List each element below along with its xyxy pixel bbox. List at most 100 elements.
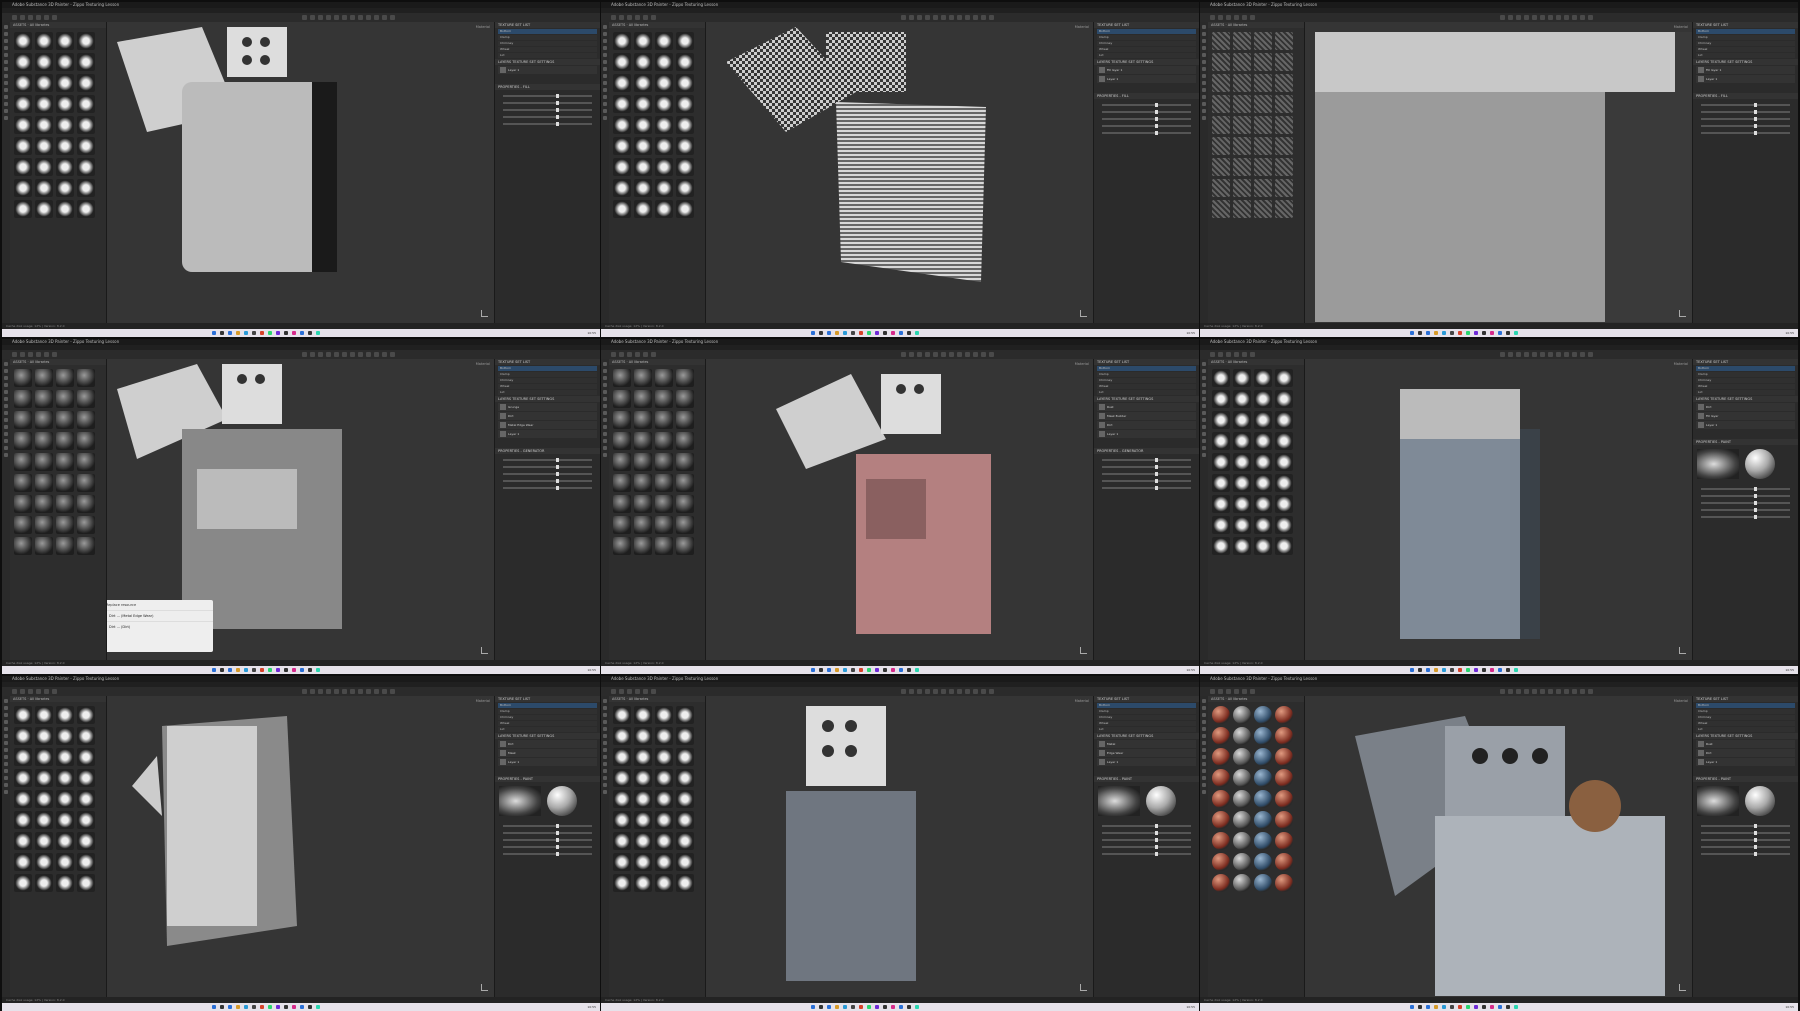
layer-row[interactable]: Fill layer 1 <box>1097 66 1196 74</box>
taskbar-app-icon[interactable] <box>867 668 871 672</box>
asset-thumbnail[interactable] <box>14 769 32 787</box>
toolbar-tool-icon[interactable] <box>1226 689 1231 694</box>
brush-tool-icon[interactable] <box>603 25 607 29</box>
property-slider[interactable] <box>503 94 592 98</box>
asset-thumbnail[interactable] <box>35 516 53 534</box>
property-slider[interactable] <box>1102 131 1191 135</box>
property-slider[interactable] <box>1102 852 1191 856</box>
texture-set-row[interactable]: Bottom <box>498 366 597 371</box>
asset-thumbnail[interactable] <box>1233 537 1251 555</box>
viewport-mode-label[interactable]: Material <box>1075 25 1089 29</box>
3d-viewport[interactable]: Material <box>107 22 494 323</box>
asset-thumbnail[interactable] <box>14 537 32 555</box>
taskbar-app-icon[interactable] <box>276 1005 280 1009</box>
toolbar-tool-icon[interactable] <box>901 689 906 694</box>
toolbar-tool-icon[interactable] <box>1218 352 1223 357</box>
property-slider[interactable] <box>1701 831 1790 835</box>
asset-thumbnail[interactable] <box>655 369 673 387</box>
asset-thumbnail[interactable] <box>613 390 631 408</box>
toolbar-tool-icon[interactable] <box>1532 15 1537 20</box>
texture-set-row[interactable]: Lid <box>1097 727 1196 732</box>
asset-thumbnail[interactable] <box>634 411 652 429</box>
toolbar-tool-icon[interactable] <box>334 689 339 694</box>
asset-thumbnail[interactable] <box>77 179 95 197</box>
toolbar-tool-icon[interactable] <box>989 352 994 357</box>
toolbar-tool-icon[interactable] <box>28 689 33 694</box>
toolbar-tool-icon[interactable] <box>326 689 331 694</box>
brush-tool-icon[interactable] <box>4 81 8 85</box>
taskbar-app-icon[interactable] <box>875 1005 879 1009</box>
brush-tool-icon[interactable] <box>1202 25 1206 29</box>
asset-thumbnail[interactable] <box>77 769 95 787</box>
asset-thumbnail[interactable] <box>77 95 95 113</box>
taskbar-app-icon[interactable] <box>1506 331 1510 335</box>
taskbar-app-icon[interactable] <box>308 331 312 335</box>
texture-set-row[interactable]: Clamp <box>498 35 597 40</box>
taskbar-app-icon[interactable] <box>300 668 304 672</box>
layer-row[interactable]: Mask Builder <box>1097 412 1196 420</box>
brush-tool-icon[interactable] <box>603 418 607 422</box>
layer-row[interactable]: Mask <box>498 749 597 757</box>
asset-thumbnail[interactable] <box>676 516 694 534</box>
asset-thumbnail[interactable] <box>676 769 694 787</box>
brush-tool-icon[interactable] <box>4 432 8 436</box>
asset-thumbnail[interactable] <box>1233 179 1251 197</box>
taskbar-app-icon[interactable] <box>236 331 240 335</box>
asset-thumbnail[interactable] <box>1275 74 1293 92</box>
taskbar-app-icon[interactable] <box>212 1005 216 1009</box>
asset-thumbnail[interactable] <box>56 137 74 155</box>
brush-tool-icon[interactable] <box>4 74 8 78</box>
property-slider[interactable] <box>1701 508 1790 512</box>
toolbar-tool-icon[interactable] <box>334 352 339 357</box>
asset-thumbnail[interactable] <box>1233 706 1251 724</box>
asset-thumbnail[interactable] <box>1254 453 1272 471</box>
asset-thumbnail[interactable] <box>1212 95 1230 113</box>
brush-tool-icon[interactable] <box>603 720 607 724</box>
asset-thumbnail[interactable] <box>1275 432 1293 450</box>
toolbar-tool-icon[interactable] <box>973 15 978 20</box>
asset-thumbnail[interactable] <box>676 727 694 745</box>
asset-thumbnail[interactable] <box>655 200 673 218</box>
layer-row[interactable]: Rust <box>1696 740 1795 748</box>
toolbar-tool-icon[interactable] <box>1564 689 1569 694</box>
taskbar-app-icon[interactable] <box>1482 331 1486 335</box>
asset-thumbnail[interactable] <box>35 706 53 724</box>
toolbar-tool-icon[interactable] <box>36 15 41 20</box>
taskbar-app-icon[interactable] <box>1442 331 1446 335</box>
asset-thumbnail[interactable] <box>77 832 95 850</box>
asset-thumbnail[interactable] <box>613 95 631 113</box>
asset-thumbnail[interactable] <box>35 874 53 892</box>
layer-row[interactable]: Fill layer 1 <box>1696 66 1795 74</box>
asset-thumbnail[interactable] <box>634 748 652 766</box>
asset-thumbnail[interactable] <box>77 116 95 134</box>
asset-thumbnail[interactable] <box>14 495 32 513</box>
brush-tool-icon[interactable] <box>603 432 607 436</box>
brush-tool-icon[interactable] <box>1202 790 1206 794</box>
asset-thumbnail[interactable] <box>1254 53 1272 71</box>
asset-thumbnail[interactable] <box>676 390 694 408</box>
asset-thumbnail[interactable] <box>1212 179 1230 197</box>
brush-tool-icon[interactable] <box>4 46 8 50</box>
toolbar-tool-icon[interactable] <box>989 15 994 20</box>
layer-row[interactable]: Dirt <box>498 740 597 748</box>
texture-set-row[interactable]: Chimney <box>1696 378 1795 383</box>
texture-set-row[interactable]: Wheel <box>1097 384 1196 389</box>
texture-set-row[interactable]: Lid <box>498 390 597 395</box>
asset-thumbnail[interactable] <box>56 706 74 724</box>
asset-thumbnail[interactable] <box>613 832 631 850</box>
brush-tool-icon[interactable] <box>4 790 8 794</box>
asset-thumbnail[interactable] <box>14 453 32 471</box>
brush-tool-icon[interactable] <box>1202 81 1206 85</box>
toolbar-tool-icon[interactable] <box>1548 15 1553 20</box>
toolbar-tool-icon[interactable] <box>941 15 946 20</box>
asset-thumbnail[interactable] <box>77 369 95 387</box>
toolbar-tool-icon[interactable] <box>52 15 57 20</box>
texture-set-row[interactable]: Bottom <box>498 29 597 34</box>
asset-thumbnail[interactable] <box>655 727 673 745</box>
asset-thumbnail[interactable] <box>1233 727 1251 745</box>
viewport-mode-label[interactable]: Material <box>1075 699 1089 703</box>
viewport-mode-label[interactable]: Material <box>1674 25 1688 29</box>
asset-thumbnail[interactable] <box>1275 32 1293 50</box>
taskbar-app-icon[interactable] <box>300 1005 304 1009</box>
toolbar-tool-icon[interactable] <box>957 352 962 357</box>
